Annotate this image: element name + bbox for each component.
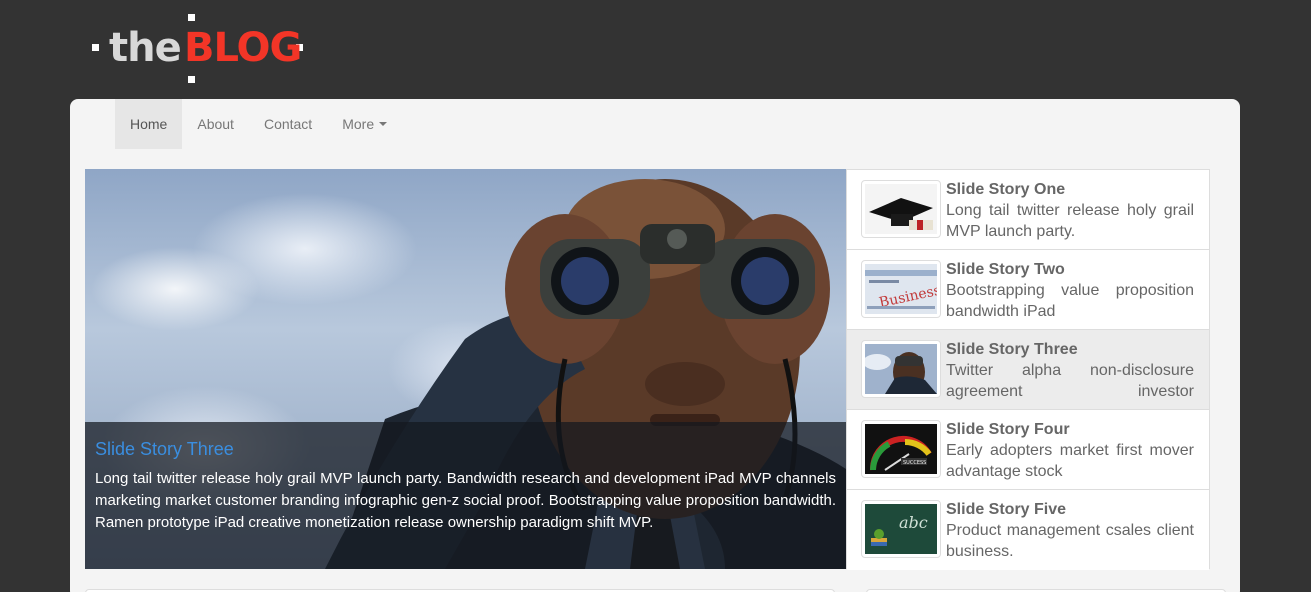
story-title: Slide Story Two — [946, 261, 1065, 278]
caret-down-icon — [379, 122, 388, 126]
story-thumbnail: abc — [861, 500, 941, 558]
nav-item-home[interactable]: Home — [115, 99, 183, 149]
story-text: Product management csales client busines… — [946, 522, 1194, 560]
story-list: Slide Story One Long tail twitter releas… — [846, 169, 1210, 570]
chalkboard-abc-icon: abc — [865, 504, 937, 554]
slide-caption: Slide Story Three Long tail twitter rele… — [85, 422, 846, 569]
nav-item-about[interactable]: About — [182, 99, 249, 149]
site-logo[interactable]: the BLOG — [92, 14, 307, 86]
nav-item-more-dropdown[interactable]: More — [327, 99, 402, 149]
svg-text:SUCCESS: SUCCESS — [903, 460, 926, 466]
logo-dot-top — [188, 14, 195, 21]
nav-label: Home — [130, 116, 168, 132]
nav-label: Contact — [263, 116, 313, 132]
story-title: Slide Story Four — [946, 421, 1070, 438]
svg-text:abc: abc — [899, 513, 928, 532]
logo-text-the: the — [109, 25, 182, 71]
story-text: Bootstrapping value proposition bandwidt… — [946, 282, 1194, 320]
story-thumbnail — [861, 340, 941, 398]
binoculars-man-icon — [865, 344, 937, 394]
story-item-one[interactable]: Slide Story One Long tail twitter releas… — [847, 170, 1209, 250]
story-title: Slide Story One — [946, 181, 1066, 198]
story-thumbnail — [861, 180, 941, 238]
featured-slider[interactable]: Slide Story Three Long tail twitter rele… — [85, 169, 846, 569]
logo-text-blog: BLOG — [184, 25, 302, 71]
slide-caption-text: Long tail twitter release holy grail MVP… — [95, 470, 836, 531]
nav-label: About — [197, 116, 234, 132]
slide-caption-title[interactable]: Slide Story Three — [95, 438, 836, 460]
story-item-two[interactable]: Business Slide Story Two Bootstrapping v… — [847, 250, 1209, 330]
story-title: Slide Story Five — [946, 501, 1067, 518]
story-thumbnail: SUCCESS — [861, 420, 941, 478]
logo-dot-bottom — [188, 76, 195, 83]
story-thumbnail: Business — [861, 260, 941, 318]
story-text: Twitter alpha non-disclosure agreement i… — [946, 362, 1194, 400]
story-item-five[interactable]: abc Slide Story Five Product management … — [847, 490, 1209, 570]
story-text: Early adopters market first mover advant… — [946, 442, 1194, 480]
main-nav: Home About Contact More — [115, 99, 402, 149]
success-gauge-icon: SUCCESS — [865, 424, 937, 474]
story-title: Slide Story Three — [946, 341, 1078, 358]
story-item-three[interactable]: Slide Story Three Twitter alpha non-disc… — [847, 330, 1209, 410]
nav-label: More — [342, 116, 375, 132]
main-panel: Home About Contact More Slide Story Thre… — [70, 99, 1240, 592]
logo-dot-left — [92, 44, 99, 51]
story-text: Long tail twitter release holy grail MVP… — [946, 202, 1194, 240]
story-item-four[interactable]: SUCCESS Slide Story Four Early adopters … — [847, 410, 1209, 490]
graduation-cap-icon — [865, 184, 937, 234]
newspaper-icon: Business — [865, 264, 937, 314]
nav-item-contact[interactable]: Contact — [249, 99, 327, 149]
